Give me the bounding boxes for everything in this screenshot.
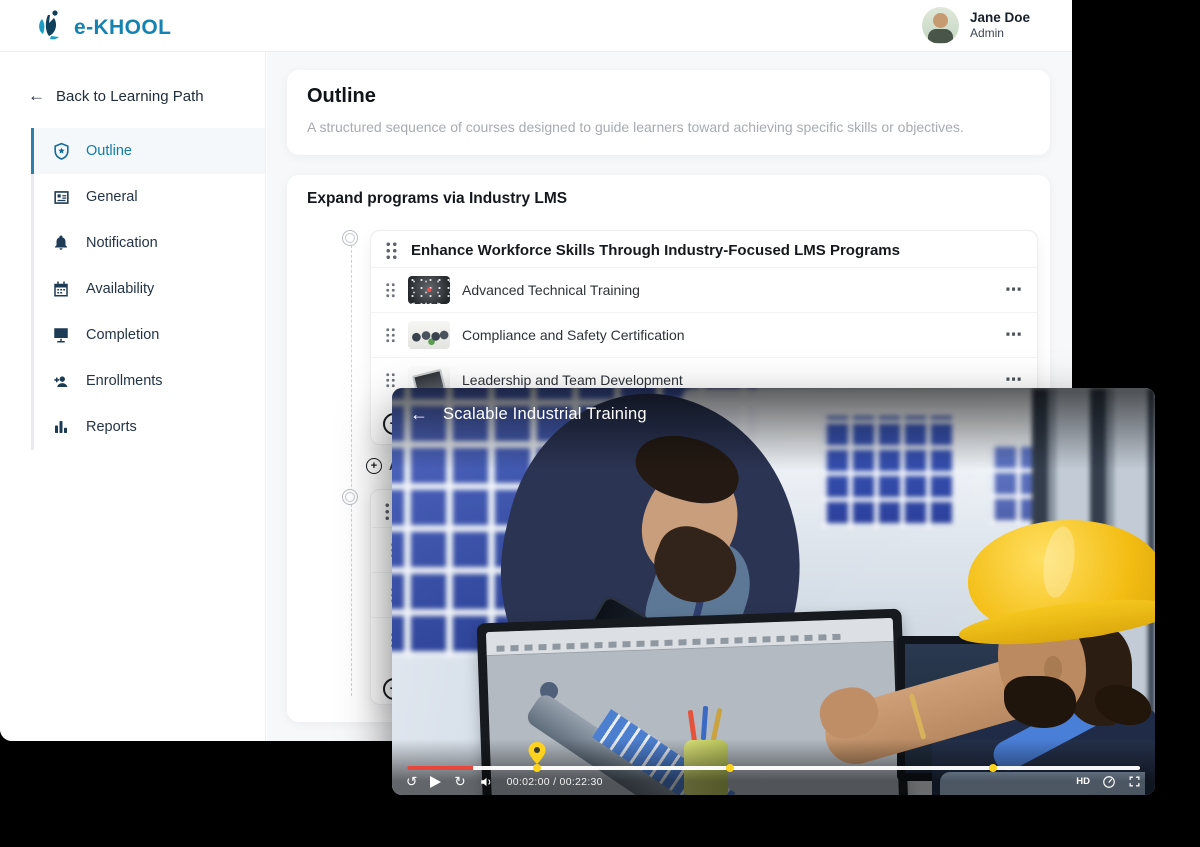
sidebar-item-outline[interactable]: Outline xyxy=(31,128,265,174)
video-time-display: 00:02:00 / 00:22:30 xyxy=(507,776,603,788)
course-thumbnail xyxy=(408,276,450,304)
bar-chart-icon xyxy=(51,417,71,437)
course-title: Compliance and Safety Certification xyxy=(462,327,685,343)
app-header: e-KHOOL Jane Doe Admin xyxy=(0,0,1072,52)
chapter-marker[interactable] xyxy=(726,764,734,772)
video-controls-right: HD xyxy=(1076,775,1141,789)
page-title: Outline xyxy=(307,85,1030,108)
sidebar: ← Back to Learning Path Outline General xyxy=(0,52,266,741)
outline-header-card: Outline A structured sequence of courses… xyxy=(287,70,1050,155)
calendar-icon xyxy=(51,279,71,299)
row-menu-button[interactable]: ⋯ xyxy=(1005,285,1023,295)
video-title-bar: ← Scalable Industrial Training xyxy=(392,388,1155,470)
sidebar-item-completion[interactable]: Completion xyxy=(31,312,265,358)
person-add-icon xyxy=(51,371,71,391)
progress-played xyxy=(407,766,473,770)
avatar xyxy=(922,7,959,44)
section-title: Enhance Workforce Skills Through Industr… xyxy=(411,242,900,259)
brand-bird-icon xyxy=(36,9,66,46)
bell-icon xyxy=(51,233,71,253)
back-to-learning-path-link[interactable]: ← Back to Learning Path xyxy=(28,86,265,106)
desktop-background: e-KHOOL Jane Doe Admin ← Back to Learnin… xyxy=(0,0,1200,847)
sidebar-item-label: Reports xyxy=(86,419,137,435)
play-icon[interactable] xyxy=(430,776,441,788)
sidebar-item-label: Availability xyxy=(86,281,154,297)
sidebar-item-availability[interactable]: Availability xyxy=(31,266,265,312)
timeline-node xyxy=(342,230,358,246)
timeline-line xyxy=(351,235,352,696)
video-controls: ↺ ↻ 00:02:00 / 00:22:30 HD xyxy=(406,772,1141,791)
row-menu-button[interactable]: ⋯ xyxy=(1005,375,1023,385)
course-row[interactable]: Advanced Technical Training ⋯ xyxy=(371,267,1037,312)
sidebar-item-label: Enrollments xyxy=(86,373,163,389)
video-back-button[interactable]: ← xyxy=(410,403,428,425)
programs-card-title: Expand programs via Industry LMS xyxy=(307,190,1030,208)
sidebar-item-notification[interactable]: Notification xyxy=(31,220,265,266)
video-controls-bar: ↺ ↻ 00:02:00 / 00:22:30 HD xyxy=(392,739,1155,795)
chapter-marker[interactable] xyxy=(989,764,997,772)
timeline-node xyxy=(342,489,358,505)
sidebar-item-label: Completion xyxy=(86,327,159,343)
video-progress-bar[interactable] xyxy=(407,766,1140,770)
sidebar-nav: Outline General Notification xyxy=(31,128,265,450)
id-card-icon xyxy=(51,187,71,207)
section-header: Enhance Workforce Skills Through Industr… xyxy=(371,231,1037,267)
sidebar-item-enrollments[interactable]: Enrollments xyxy=(31,358,265,404)
row-menu-button[interactable]: ⋯ xyxy=(1005,330,1023,340)
shield-star-icon xyxy=(51,141,71,161)
user-menu[interactable]: Jane Doe Admin xyxy=(922,7,1030,44)
volume-icon[interactable] xyxy=(479,775,494,789)
sidebar-item-label: Notification xyxy=(86,235,158,251)
course-title: Leadership and Team Development xyxy=(462,372,683,388)
fullscreen-icon[interactable] xyxy=(1128,775,1141,788)
playback-speed-icon[interactable] xyxy=(1102,775,1116,789)
plus-icon: + xyxy=(366,458,382,474)
user-name: Jane Doe xyxy=(970,10,1030,26)
video-title: Scalable Industrial Training xyxy=(443,403,647,425)
sidebar-item-label: General xyxy=(86,189,138,205)
brand-logo: e-KHOOL xyxy=(36,9,171,46)
drag-handle-icon[interactable] xyxy=(385,241,398,260)
monitor-check-icon xyxy=(51,325,71,345)
course-thumbnail xyxy=(408,321,450,349)
chapter-marker[interactable] xyxy=(533,764,541,772)
drag-handle-icon[interactable] xyxy=(385,372,396,388)
back-arrow-icon: ← xyxy=(28,86,45,106)
sidebar-item-reports[interactable]: Reports xyxy=(31,404,265,450)
video-player[interactable]: ← Scalable Industrial Training ↺ xyxy=(392,388,1155,795)
sidebar-item-label: Outline xyxy=(86,143,132,159)
drag-handle-icon[interactable] xyxy=(385,327,396,343)
playhead-pin[interactable] xyxy=(528,742,545,764)
forward-icon[interactable]: ↻ xyxy=(454,775,465,789)
user-role: Admin xyxy=(970,26,1030,41)
page-description: A structured sequence of courses designe… xyxy=(307,119,1030,135)
course-row[interactable]: Compliance and Safety Certification ⋯ xyxy=(371,312,1037,357)
back-label: Back to Learning Path xyxy=(56,88,204,105)
rewind-icon[interactable]: ↺ xyxy=(406,775,417,789)
course-title: Advanced Technical Training xyxy=(462,282,640,298)
brand-name: e-KHOOL xyxy=(74,16,171,40)
sidebar-item-general[interactable]: General xyxy=(31,174,265,220)
quality-button[interactable]: HD xyxy=(1076,776,1090,787)
drag-handle-icon[interactable] xyxy=(385,282,396,298)
